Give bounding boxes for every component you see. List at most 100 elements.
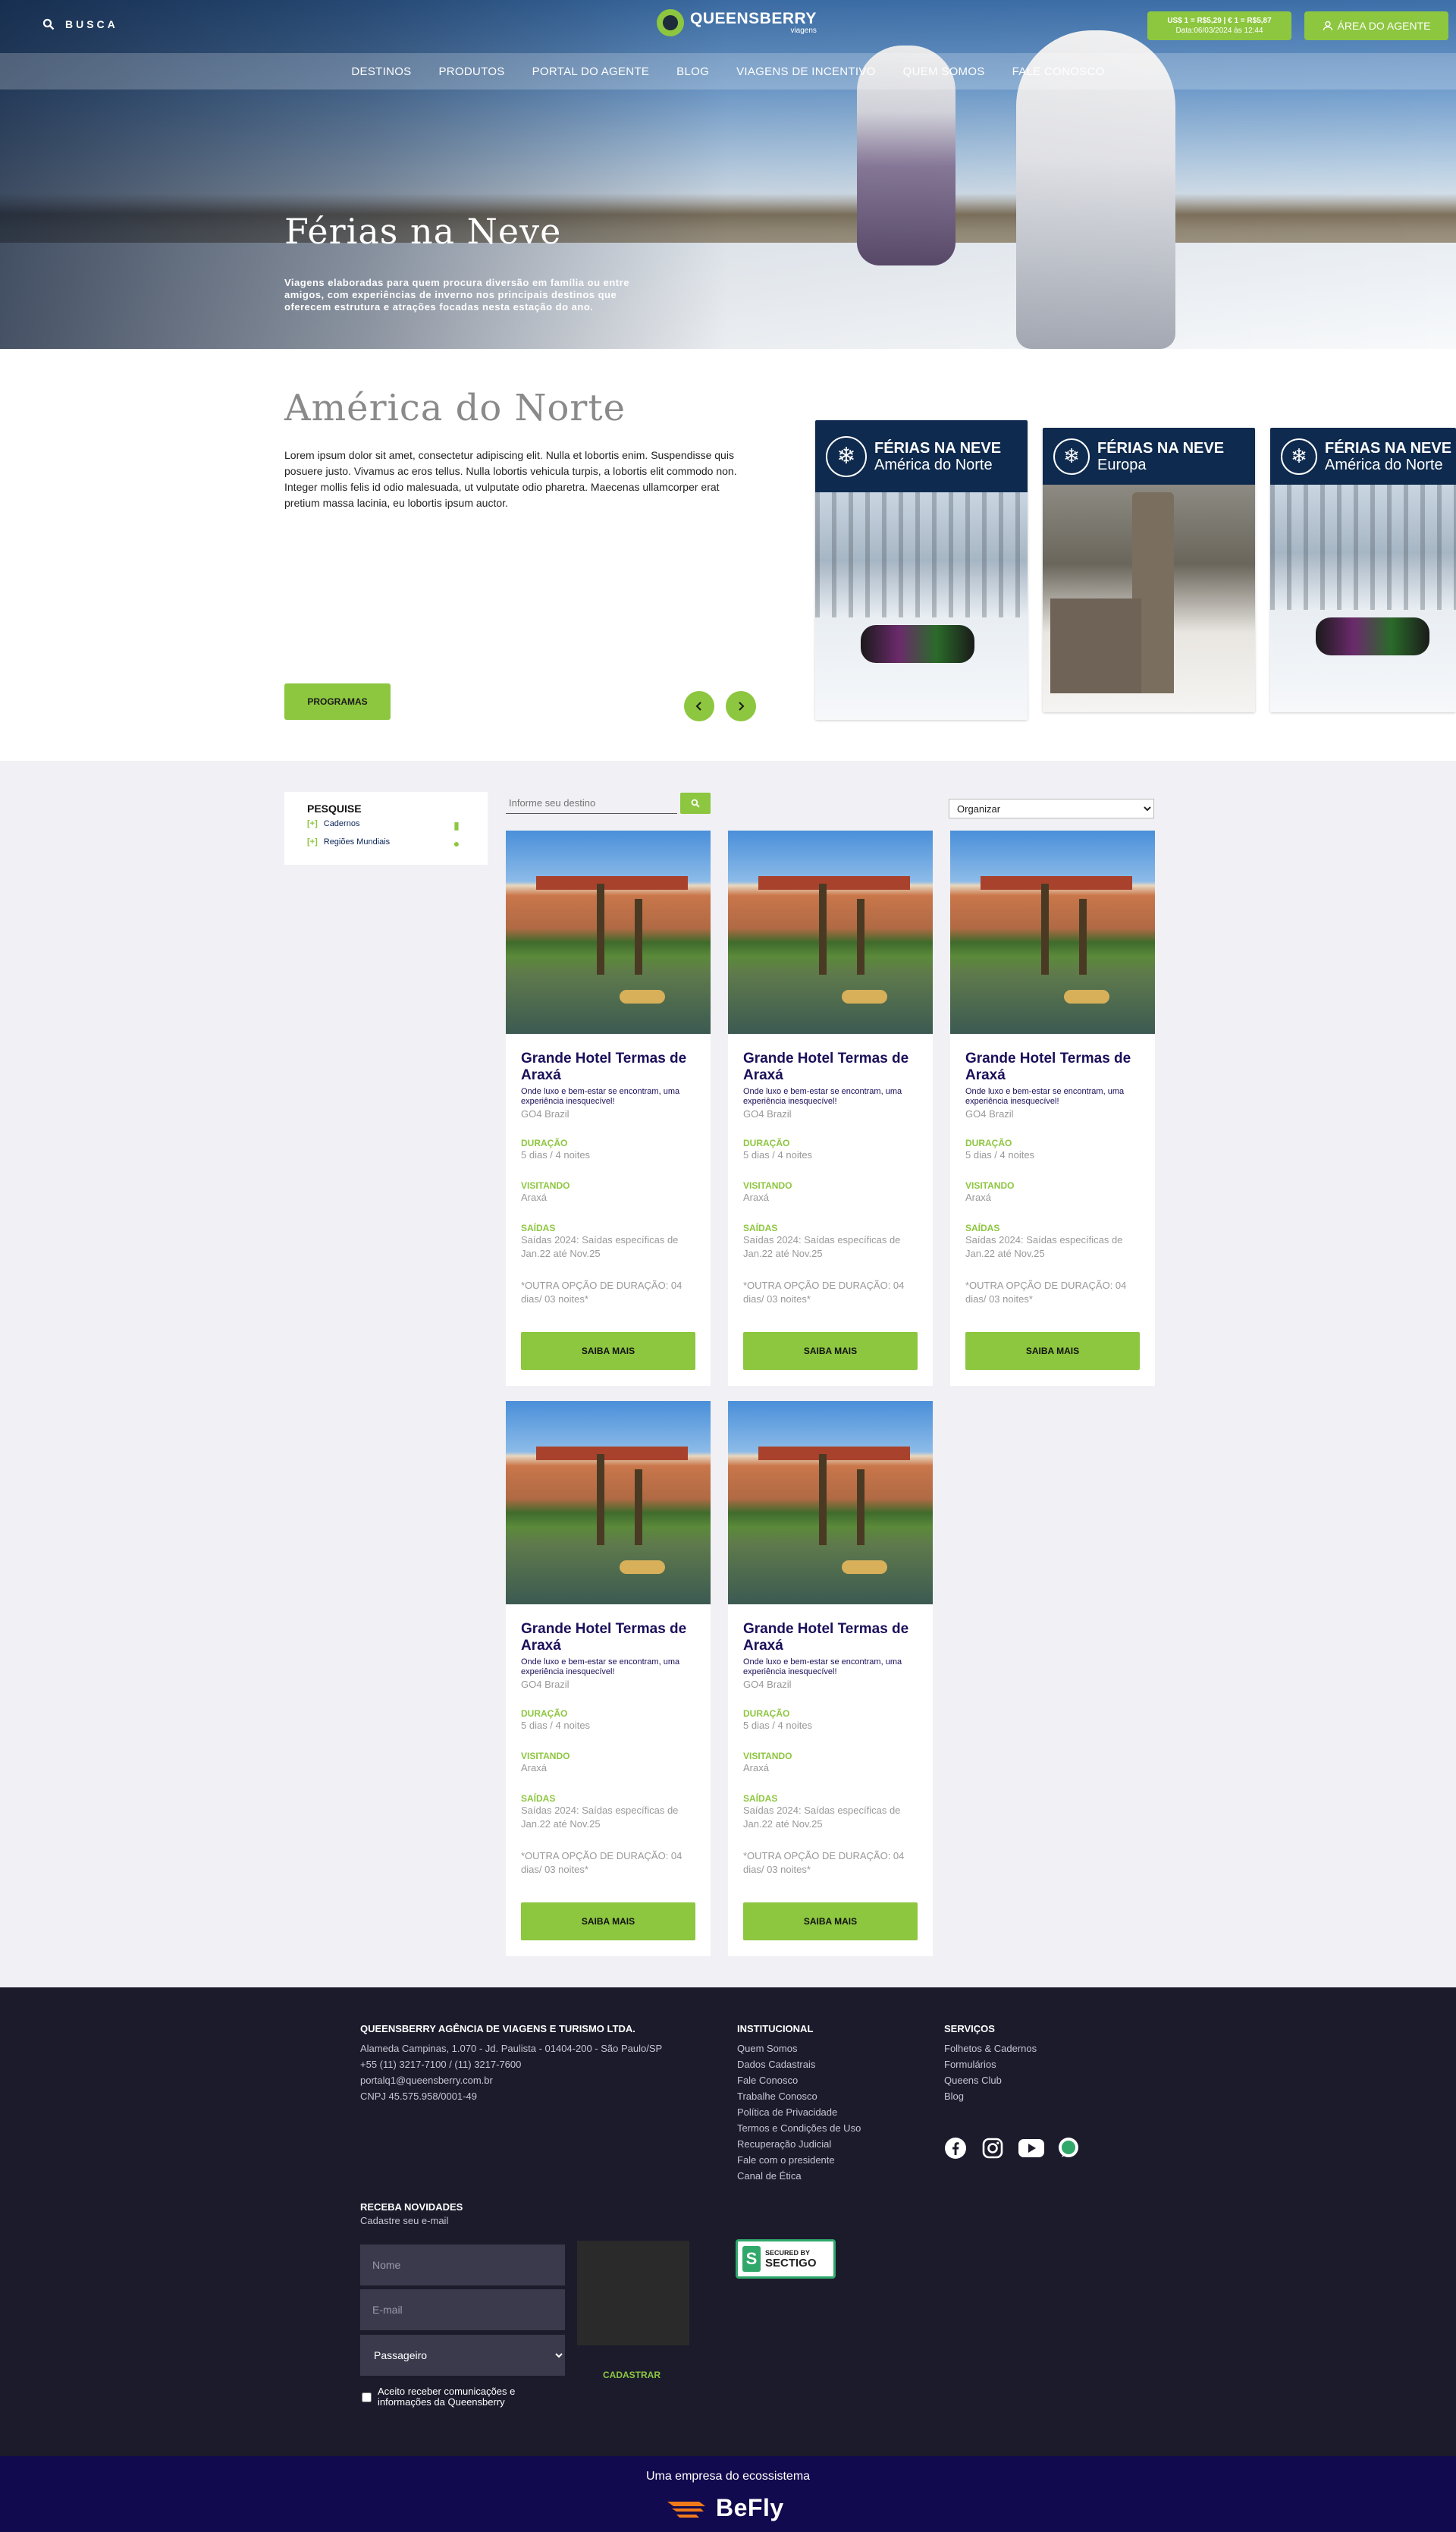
more-info-button[interactable]: SAIBA MAIS xyxy=(521,1902,695,1940)
sectigo-top-text: SECURED BY xyxy=(765,2248,811,2257)
footer-link-etica[interactable]: Canal de Ética xyxy=(737,2168,861,2184)
footer-link-formularios[interactable]: Formulários xyxy=(944,2056,1037,2072)
newsletter-email-input[interactable] xyxy=(360,2289,565,2330)
product-title[interactable]: Grande Hotel Termas de Araxá xyxy=(743,1621,918,1654)
newsletter-name-input[interactable] xyxy=(360,2245,565,2285)
footer-link-privacidade[interactable]: Política de Privacidade xyxy=(737,2104,861,2120)
promo-card-image xyxy=(815,492,1028,720)
exchange-rate-date: Data:06/03/2024 às 12:44 xyxy=(1175,27,1263,35)
carousel-prev-button[interactable] xyxy=(684,691,714,721)
image-hotel-roof xyxy=(758,876,910,890)
visiting-value: Araxá xyxy=(743,1762,769,1773)
nav-item-portal-do-agente[interactable]: PORTAL DO AGENTE xyxy=(532,65,650,78)
nav-item-produtos[interactable]: PRODUTOS xyxy=(438,65,504,78)
nav-item-destinos[interactable]: DESTINOS xyxy=(351,65,411,78)
region-title: América do Norte xyxy=(284,387,626,429)
more-info-button[interactable]: SAIBA MAIS xyxy=(743,1332,918,1370)
promo-card-title: FÉRIAS NA NEVE xyxy=(1325,439,1452,457)
more-info-button[interactable]: SAIBA MAIS xyxy=(521,1332,695,1370)
befly-logo[interactable]: BeFly xyxy=(666,2494,784,2522)
agent-area-button[interactable]: ÁREA DO AGENTE xyxy=(1304,11,1448,40)
product-card[interactable]: Grande Hotel Termas de Araxá Onde luxo e … xyxy=(506,831,711,1386)
sort-select[interactable]: Organizar xyxy=(949,799,1154,818)
region-description: Lorem ipsum dolor sit amet, consectetur … xyxy=(284,449,737,509)
product-title[interactable]: Grande Hotel Termas de Araxá xyxy=(743,1051,918,1084)
filter-item-cadernos[interactable]: [+] Cadernos xyxy=(307,819,359,828)
product-card[interactable]: Grande Hotel Termas de Araxá Onde luxo e … xyxy=(728,831,933,1386)
consent-checkbox-row[interactable]: Aceito receber comunicações e informaçõe… xyxy=(362,2386,559,2408)
product-card[interactable]: Grande Hotel Termas de Araxá Onde luxo e … xyxy=(728,1401,933,1956)
product-tagline: Onde luxo e bem-estar se encontram, uma … xyxy=(521,1657,680,1676)
consent-label: Aceito receber comunicações e informaçõe… xyxy=(378,2386,516,2408)
promo-card[interactable]: ❄ FÉRIAS NA NEVE América do Norte xyxy=(815,420,1028,720)
befly-wordmark: BeFly xyxy=(716,2494,784,2521)
image-palm xyxy=(1041,884,1049,975)
footer-link-recuperacao[interactable]: Recuperação Judicial xyxy=(737,2136,861,2152)
top-bar: BUSCA QUEENSBERRY viagens US$ 1 = R$5,29… xyxy=(0,0,1456,52)
destination-search-input[interactable] xyxy=(506,793,677,814)
subscribe-button[interactable]: CADASTRAR xyxy=(603,2370,661,2380)
sectigo-shield-icon: S xyxy=(742,2246,761,2272)
expand-icon: [+] xyxy=(307,819,318,828)
footer-link-termos[interactable]: Termos e Condições de Uso xyxy=(737,2120,861,2136)
instagram-icon[interactable] xyxy=(981,2137,1004,2160)
image-hotel-roof xyxy=(536,876,688,890)
captcha-box[interactable] xyxy=(577,2241,689,2345)
footer-link-queens-club[interactable]: Queens Club xyxy=(944,2072,1037,2088)
product-tagline: Onde luxo e bem-estar se encontram, uma … xyxy=(521,1087,680,1106)
destination-search-button[interactable] xyxy=(680,793,711,814)
youtube-icon[interactable] xyxy=(1018,2137,1045,2160)
nav-item-viagens-de-incentivo[interactable]: VIAGENS DE INCENTIVO xyxy=(736,65,876,78)
footer-link-blog[interactable]: Blog xyxy=(944,2088,1037,2104)
promo-card[interactable]: ❄ FÉRIAS NA NEVE América do Norte xyxy=(1270,428,1456,712)
product-title[interactable]: Grande Hotel Termas de Araxá xyxy=(521,1051,695,1084)
product-operator: GO4 Brazil xyxy=(743,1108,792,1120)
nav-item-blog[interactable]: BLOG xyxy=(676,65,709,78)
footer-link-folhetos[interactable]: Folhetos & Cadernos xyxy=(944,2040,1037,2056)
facebook-icon[interactable] xyxy=(944,2137,967,2160)
nav-item-fale-conosco[interactable]: FALE CONOSCO xyxy=(1012,65,1105,78)
sectigo-seal[interactable]: S SECURED BY SECTIGO xyxy=(736,2239,836,2279)
more-info-button[interactable]: SAIBA MAIS xyxy=(743,1902,918,1940)
footer-link-fale-conosco[interactable]: Fale Conosco xyxy=(737,2072,861,2088)
ecosystem-text: Uma empresa do ecossistema xyxy=(645,2470,811,2483)
footer xyxy=(0,1987,1456,2456)
footer-email: portalq1@queensberry.com.br xyxy=(360,2075,493,2086)
footer-link-quem-somos[interactable]: Quem Somos xyxy=(737,2040,861,2056)
promo-card[interactable]: ❄ FÉRIAS NA NEVE Europa xyxy=(1043,428,1255,712)
footer-link-trabalhe-conosco[interactable]: Trabalhe Conosco xyxy=(737,2088,861,2104)
search-button[interactable]: BUSCA xyxy=(42,18,118,30)
search-label: BUSCA xyxy=(65,18,118,30)
globe-icon: ● xyxy=(453,837,460,850)
filter-item-regioes[interactable]: [+] Regiões Mundiais xyxy=(307,837,390,847)
user-icon xyxy=(1323,20,1332,31)
departures-label: SAÍDAS xyxy=(521,1223,556,1233)
image-boat xyxy=(842,990,887,1004)
programs-button[interactable]: PROGRAMAS xyxy=(284,683,391,720)
newsletter-title: RECEBA NOVIDADES xyxy=(360,2201,463,2213)
duration-note: *OUTRA OPÇÃO DE DURAÇÃO: 04 dias/ 03 noi… xyxy=(743,1280,905,1305)
hero-subtitle: Viagens elaboradas para quem procura div… xyxy=(284,277,629,313)
nav-item-quem-somos[interactable]: QUEM SOMOS xyxy=(903,65,985,78)
departures-label: SAÍDAS xyxy=(743,1223,778,1233)
product-title[interactable]: Grande Hotel Termas de Araxá xyxy=(965,1051,1140,1084)
image-boat xyxy=(620,1560,665,1574)
product-card[interactable]: Grande Hotel Termas de Araxá Onde luxo e … xyxy=(506,1401,711,1956)
footer-link-dados-cadastrais[interactable]: Dados Cadastrais xyxy=(737,2056,861,2072)
product-card[interactable]: Grande Hotel Termas de Araxá Onde luxo e … xyxy=(950,831,1155,1386)
carousel-next-button[interactable] xyxy=(726,691,756,721)
footer-link-presidente[interactable]: Fale com o presidente xyxy=(737,2152,861,2168)
consent-checkbox[interactable] xyxy=(362,2392,372,2402)
product-card-image xyxy=(728,1401,933,1604)
footer-address: Alameda Campinas, 1.070 - Jd. Paulista -… xyxy=(360,2043,663,2054)
newsletter-profile-select[interactable]: Passageiro xyxy=(360,2335,565,2376)
chat-icon[interactable] xyxy=(1057,2137,1080,2160)
visiting-value: Araxá xyxy=(743,1192,769,1203)
image-church-house xyxy=(1050,598,1141,693)
duration-note: *OUTRA OPÇÃO DE DURAÇÃO: 04 dias/ 03 noi… xyxy=(965,1280,1127,1305)
product-title[interactable]: Grande Hotel Termas de Araxá xyxy=(521,1621,695,1654)
image-hotel-roof xyxy=(758,1447,910,1460)
duration-note: *OUTRA OPÇÃO DE DURAÇÃO: 04 dias/ 03 noi… xyxy=(743,1850,905,1875)
logo[interactable]: QUEENSBERRY viagens xyxy=(657,9,817,36)
more-info-button[interactable]: SAIBA MAIS xyxy=(965,1332,1140,1370)
